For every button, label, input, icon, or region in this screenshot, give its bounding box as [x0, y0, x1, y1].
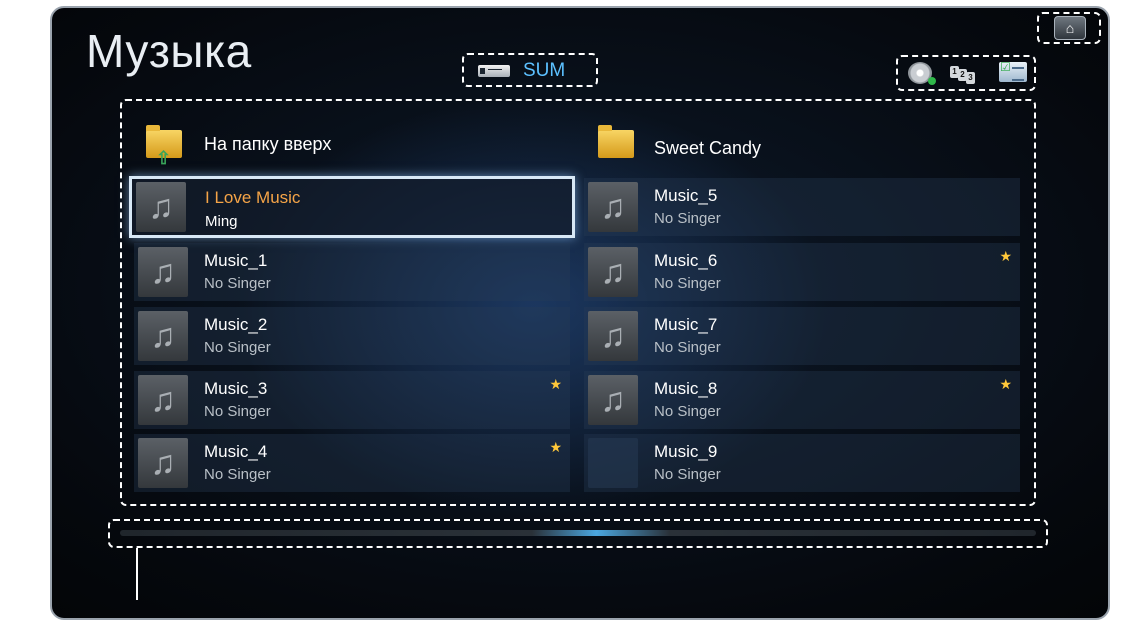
list-item[interactable]: ♫ Music_4 No Singer ★: [134, 434, 570, 492]
sort-order-digit-3: 3: [966, 72, 975, 84]
folder-up-label: На папку вверх: [204, 134, 332, 154]
list-item-artist: Ming: [205, 213, 238, 230]
list-item-title: Music_2: [204, 315, 268, 334]
list-item-selected[interactable]: ♫ I Love Music Ming: [129, 176, 575, 238]
empty-thumbnail: [588, 438, 638, 488]
home-icon[interactable]: ⌂: [1054, 16, 1086, 40]
usb-drive-icon: [478, 65, 510, 77]
list-item-artist: No Singer: [204, 275, 271, 292]
list-item[interactable]: ♫ Music_8 No Singer ★: [584, 371, 1020, 429]
list-item[interactable]: ♫ Music_6 No Singer ★: [584, 243, 1020, 301]
list-item-title: Music_9: [654, 442, 718, 461]
list-item[interactable]: ♫ Music_3 No Singer ★: [134, 371, 570, 429]
list-item-title: Music_6: [654, 251, 718, 270]
music-note-icon: ♫: [138, 438, 188, 488]
music-note-icon: ♫: [138, 311, 188, 361]
list-item-title: Music_3: [204, 379, 268, 398]
music-note-icon: ♫: [138, 247, 188, 297]
list-item-title: Music_5: [654, 186, 718, 205]
folder-label: Sweet Candy: [654, 138, 762, 158]
list-item[interactable]: ♫ Music_1 No Singer: [134, 243, 570, 301]
list-item[interactable]: ♫ Music_2 No Singer: [134, 307, 570, 365]
list-item-artist: No Singer: [654, 275, 721, 292]
list-item-artist: No Singer: [204, 403, 271, 420]
page-title: Музыка: [86, 25, 252, 77]
folder-icon: [588, 118, 638, 168]
list-item-artist: No Singer: [654, 210, 721, 227]
list-item-title: Music_7: [654, 315, 718, 334]
list-item-title: Music_8: [654, 379, 718, 398]
list-item-artist: No Singer: [654, 339, 721, 356]
favorite-star-icon: ★: [999, 376, 1012, 392]
list-item[interactable]: ♫ Music_5 No Singer: [584, 178, 1020, 236]
music-note-icon: ♫: [588, 375, 638, 425]
disc-play-icon[interactable]: [908, 62, 936, 85]
favorite-star-icon: ★: [999, 248, 1012, 264]
folder-up-row[interactable]: ⇧ На папку вверх: [132, 114, 568, 172]
callout-bracket-list: [12, 104, 48, 498]
list-item-artist: No Singer: [204, 466, 271, 483]
music-note-icon: ♫: [136, 182, 186, 232]
sort-order-icon[interactable]: 1 2 3: [950, 62, 975, 84]
folder-row[interactable]: Sweet Candy: [584, 114, 1020, 172]
callout-line-progress: [136, 548, 138, 600]
list-item-artist: No Singer: [204, 339, 271, 356]
music-note-icon: ♫: [588, 182, 638, 232]
list-item[interactable]: Music_9 No Singer: [584, 434, 1020, 492]
progress-bar[interactable]: [120, 530, 1036, 536]
music-note-icon: ♫: [588, 247, 638, 297]
folder-shape: [598, 125, 634, 158]
music-note-icon: ♫: [588, 311, 638, 361]
list-item-title: I Love Music: [205, 188, 301, 207]
source-label[interactable]: SUM: [523, 60, 565, 82]
list-item[interactable]: ♫ Music_7 No Singer: [584, 307, 1020, 365]
list-item-artist: No Singer: [654, 403, 721, 420]
list-item-title: Music_1: [204, 251, 268, 270]
favorite-star-icon: ★: [549, 439, 562, 455]
list-item-title: Music_4: [204, 442, 268, 461]
music-note-icon: ♫: [138, 375, 188, 425]
folder-up-icon: ⇧: [136, 118, 186, 168]
select-list-icon[interactable]: [999, 60, 1027, 82]
favorite-star-icon: ★: [549, 376, 562, 392]
list-item-artist: No Singer: [654, 466, 721, 483]
